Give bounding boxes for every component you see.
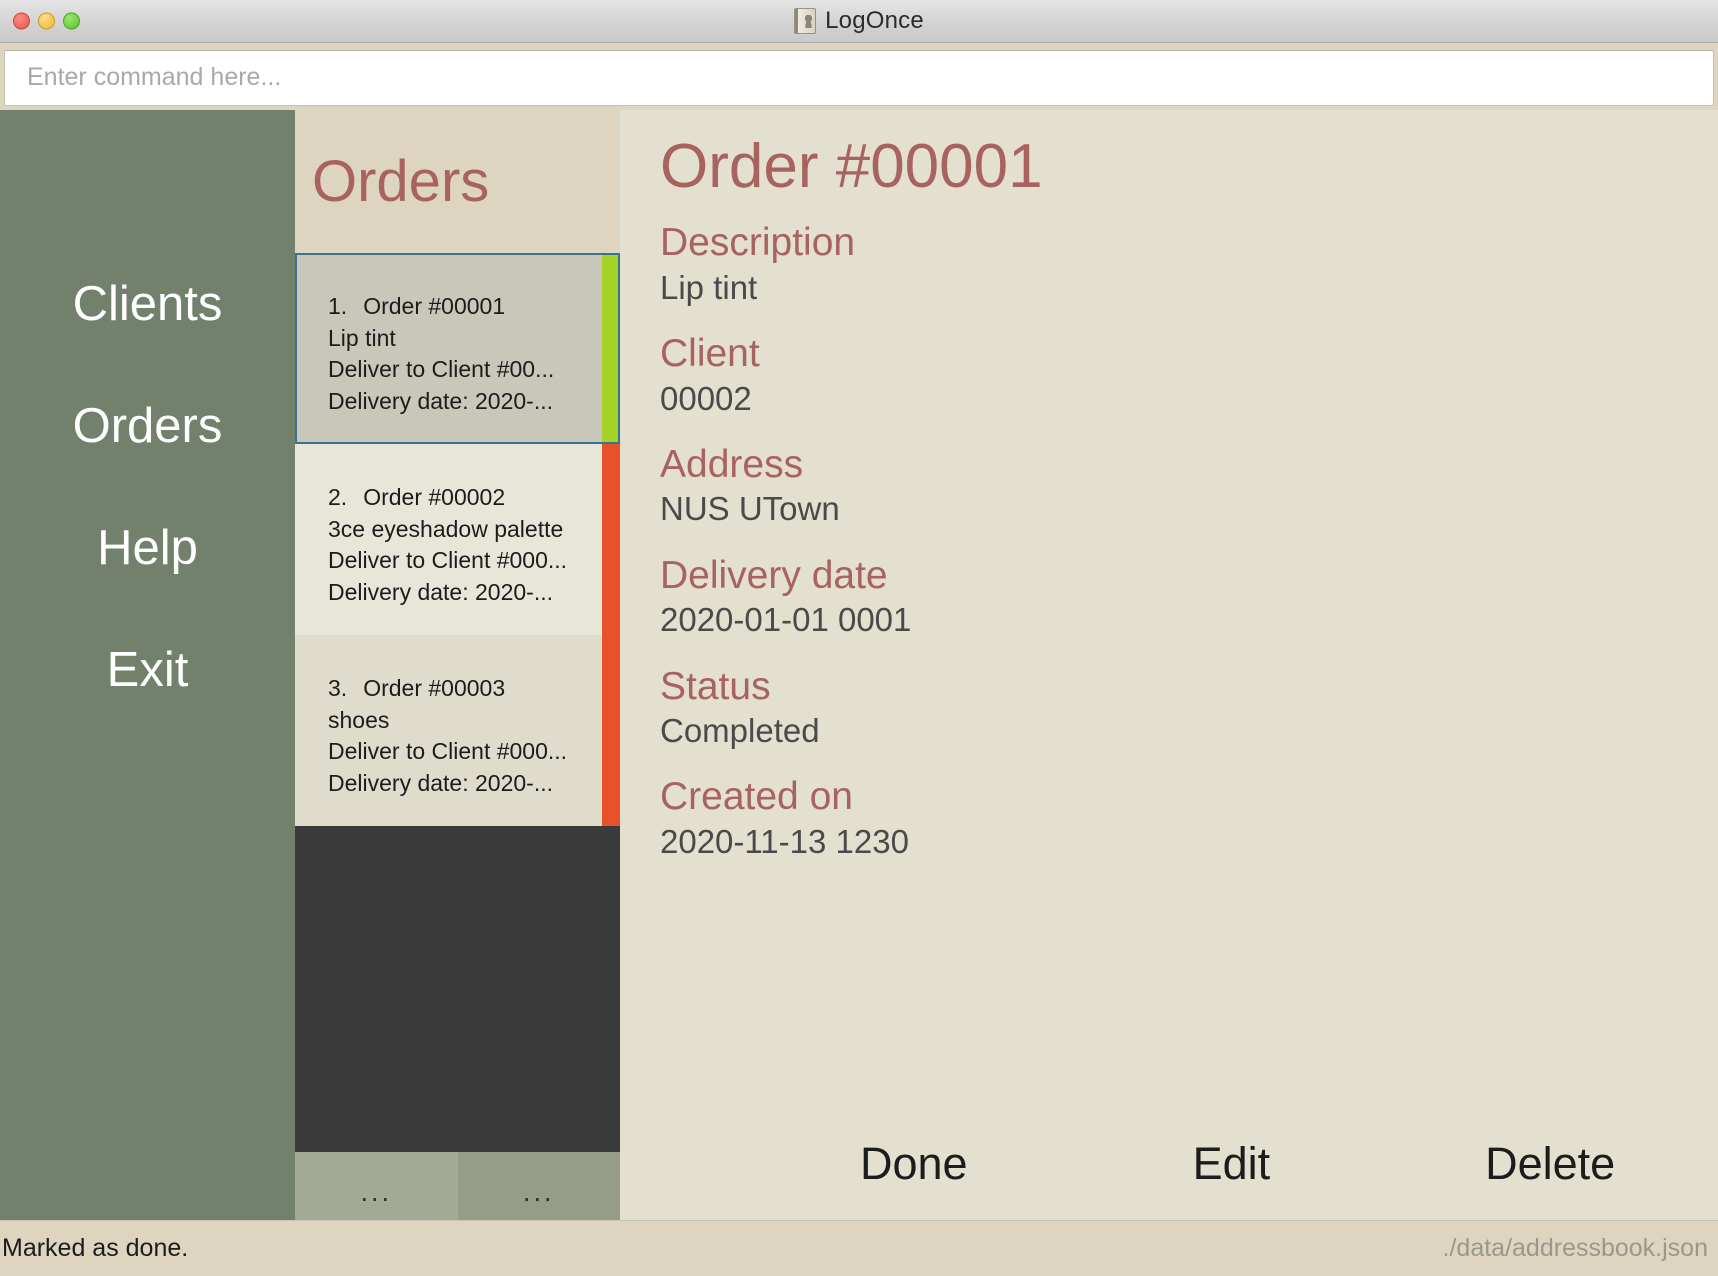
field-value: Completed	[660, 712, 820, 750]
orders-list-title: Orders	[312, 148, 490, 214]
order-card-title: Order #00002	[363, 483, 506, 510]
order-card-description: shoes	[328, 706, 390, 733]
next-page-button[interactable]: ...	[457, 1152, 620, 1220]
orders-list-header: Orders	[295, 110, 620, 253]
order-card-body: 2. Order #00002 3ce eyeshadow palette Del…	[295, 443, 602, 635]
sidebar-item-orders[interactable]: Orders	[73, 402, 223, 451]
close-window-button[interactable]	[13, 12, 30, 30]
order-card-body: 1. Order #00001 Lip tint Deliver to Clien…	[295, 253, 602, 444]
app-window: LogOnce Clients Orders Help Exit Orders …	[0, 0, 1718, 1276]
status-file-path: ./data/addressbook.json	[1442, 1234, 1708, 1262]
order-detail-panel: Order #00001 Description Lip tint Client…	[620, 110, 1718, 1220]
field-value: 00002	[660, 379, 752, 417]
order-status-stripe	[602, 634, 620, 826]
order-list-item[interactable]: 1. Order #00001 Lip tint Deliver to Clien…	[295, 253, 620, 444]
field-value: NUS UTown	[660, 490, 840, 528]
minimize-window-button[interactable]	[38, 12, 55, 30]
field-value: 2020-11-13 1230	[660, 822, 909, 860]
order-card-delivery-date: Delivery date: 2020-...	[328, 388, 554, 415]
order-card-index: 2.	[328, 483, 348, 510]
order-card-title-line: 1. Order #00001	[328, 291, 588, 323]
field-description: Description Lip tint	[660, 219, 1718, 308]
titlebar: LogOnce	[0, 0, 1718, 43]
order-status-stripe	[602, 253, 620, 444]
field-client: Client 00002	[660, 330, 1718, 419]
body: Clients Orders Help Exit Orders 1. Order …	[0, 110, 1718, 1220]
field-value: Lip tint	[660, 268, 758, 306]
done-button[interactable]: Done	[860, 1138, 968, 1190]
window-title-group: LogOnce	[0, 7, 1718, 35]
delete-button[interactable]: Delete	[1485, 1138, 1615, 1190]
field-label: Description	[660, 221, 856, 265]
command-input[interactable]	[4, 49, 1714, 106]
order-list-item[interactable]: 2. Order #00002 3ce eyeshadow palette Del…	[295, 443, 620, 635]
orders-list-scroll[interactable]: 1. Order #00001 Lip tint Deliver to Clien…	[295, 253, 620, 1152]
statusbar: Marked as done. ./data/addressbook.json	[0, 1220, 1718, 1276]
order-card-title-line: 3. Order #00003	[328, 673, 588, 705]
order-card-title: Order #00001	[363, 293, 506, 319]
field-label: Created on	[660, 775, 853, 819]
field-status: Status Completed	[660, 663, 1718, 752]
previous-page-button[interactable]: ...	[295, 1152, 458, 1220]
field-address: Address NUS UTown	[660, 441, 1718, 530]
order-card-client: Deliver to Client #00...	[328, 356, 555, 383]
window-title: LogOnce	[825, 7, 924, 34]
order-card-index: 3.	[328, 674, 348, 701]
order-card-description: 3ce eyeshadow palette	[328, 515, 564, 542]
order-card-client: Deliver to Client #000...	[328, 547, 568, 574]
sidebar: Clients Orders Help Exit	[0, 110, 295, 1220]
command-bar	[0, 43, 1718, 110]
edit-button[interactable]: Edit	[1193, 1138, 1271, 1190]
order-card-index: 1.	[328, 293, 348, 319]
field-label: Delivery date	[660, 553, 888, 597]
order-card-delivery-date: Delivery date: 2020-...	[328, 579, 554, 606]
field-label: Address	[660, 442, 804, 486]
field-label: Status	[660, 664, 771, 708]
order-detail-title: Order #00001	[660, 132, 1043, 201]
order-card-body: 3. Order #00003 shoes Deliver to Client #…	[295, 634, 602, 826]
order-card-title-line: 2. Order #00002	[328, 482, 588, 514]
orders-list-panel: Orders 1. Order #00001 Lip tint Deliver t…	[295, 110, 620, 1220]
field-label: Client	[660, 332, 760, 376]
window-controls	[13, 12, 80, 30]
address-book-icon	[794, 8, 817, 34]
order-card-title: Order #00003	[363, 674, 506, 701]
sidebar-item-help[interactable]: Help	[97, 524, 198, 573]
field-delivery-date: Delivery date 2020-01-01 0001	[660, 552, 1718, 641]
maximize-window-button[interactable]	[63, 12, 80, 30]
order-list-item[interactable]: 3. Order #00003 shoes Deliver to Client #…	[295, 634, 620, 826]
order-card-description: Lip tint	[328, 324, 396, 351]
field-value: 2020-01-01 0001	[660, 601, 912, 639]
order-card-client: Deliver to Client #000...	[328, 738, 568, 765]
status-message: Marked as done.	[2, 1234, 189, 1262]
order-card-delivery-date: Delivery date: 2020-...	[328, 770, 554, 797]
orders-list-pagination: ... ...	[295, 1152, 620, 1220]
order-status-stripe	[602, 443, 620, 635]
field-created-on: Created on 2020-11-13 1230	[660, 773, 1718, 862]
sidebar-item-clients[interactable]: Clients	[73, 280, 223, 329]
order-detail-actions: Done Edit Delete	[660, 1138, 1718, 1220]
sidebar-item-exit[interactable]: Exit	[107, 646, 189, 695]
